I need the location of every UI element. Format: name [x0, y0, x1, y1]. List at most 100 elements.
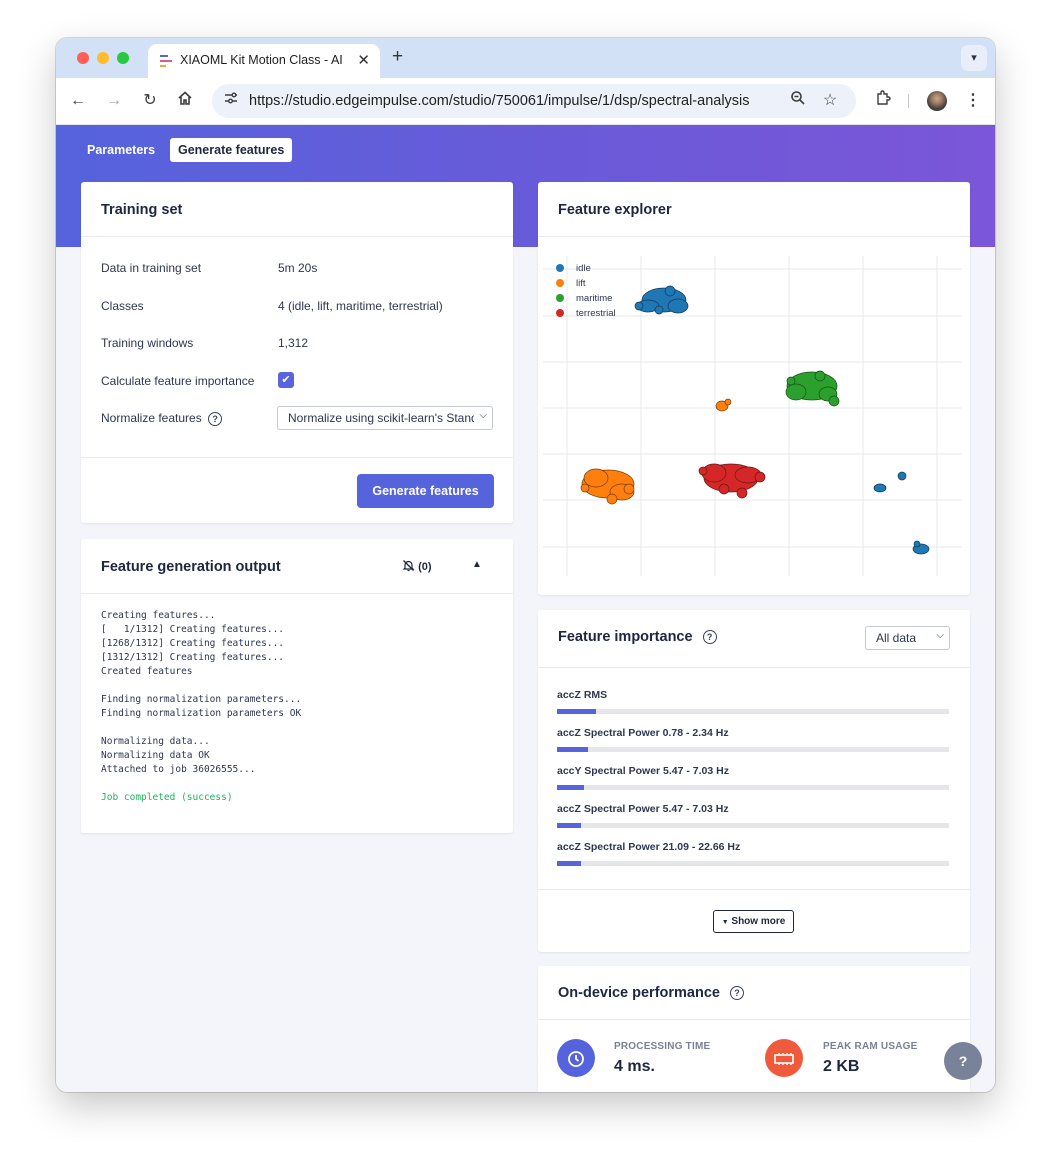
forward-icon[interactable]: → [103, 90, 125, 112]
tab-close-icon[interactable]: ✕ [357, 51, 370, 69]
importance-bar [557, 747, 949, 752]
training-windows-label: Training windows [101, 336, 194, 350]
normalize-select-value: Normalize using scikit-learn's StandardS… [288, 411, 474, 425]
peak-ram-value: 2 KB [823, 1058, 860, 1075]
notifications-count: (0) [418, 561, 432, 573]
address-bar[interactable]: https://studio.edgeimpulse.com/studio/75… [212, 84, 856, 118]
importance-bar-fill [557, 861, 581, 866]
memory-icon [765, 1039, 803, 1077]
bookmark-star-icon[interactable]: ☆ [819, 90, 841, 112]
cluster-maritime [785, 370, 840, 407]
importance-bar-fill [557, 823, 581, 828]
feature-output-card: Feature generation output (0) ▲ Creating… [81, 539, 513, 833]
divider [538, 667, 970, 668]
feature-importance-checkbox[interactable]: ✔ [278, 372, 294, 388]
log-line: Created features [101, 666, 193, 677]
feature-scatter-plot[interactable]: idle lift maritime terrestrial [538, 236, 970, 595]
caret-down-icon: ▼ [721, 919, 729, 926]
back-icon[interactable]: ← [67, 90, 89, 112]
log-success-line: Job completed (success) [101, 792, 233, 803]
importance-bar [557, 785, 949, 790]
maximize-window-button[interactable] [117, 52, 129, 64]
profile-avatar[interactable] [927, 91, 947, 111]
legend-idle: idle [576, 263, 591, 274]
log-line: Normalizing data... [101, 736, 210, 747]
tab-strip: XIAOML Kit Motion Class - AI ✕ + ▾ [56, 38, 995, 78]
importance-filter-select[interactable]: All data ⌵ [865, 626, 950, 650]
browser-toolbar: ← → ↻ https://studio.edgeimpulse.com/stu… [56, 78, 995, 125]
log-line: [1268/1312] Creating features... [101, 638, 285, 649]
normalize-select[interactable]: Normalize using scikit-learn's StandardS… [277, 406, 493, 430]
legend-maritime-marker [556, 294, 564, 302]
divider [538, 889, 970, 890]
reload-icon[interactable]: ↻ [139, 90, 161, 112]
bell-off-icon [402, 560, 415, 572]
legend-terrestrial: terrestrial [576, 308, 616, 319]
card-title: Feature generation output [101, 559, 281, 575]
tab-generate-features[interactable]: Generate features [170, 138, 293, 162]
notifications-toggle[interactable]: (0) [402, 559, 432, 573]
log-line: Finding normalization parameters... [101, 694, 302, 705]
studio-page: Parameters Generate features Training se… [56, 125, 995, 1092]
legend: idle lift maritime terrestrial [556, 263, 616, 319]
cluster-lift [580, 398, 732, 505]
extensions-icon[interactable] [872, 90, 894, 112]
legend-idle-marker [556, 264, 564, 272]
importance-item-label: accY Spectral Power 5.47 - 7.03 Hz [557, 765, 729, 777]
importance-filter-value: All data [876, 631, 917, 645]
new-tab-icon[interactable]: + [392, 46, 403, 68]
collapse-icon[interactable]: ▲ [472, 559, 482, 570]
data-in-training-set-value: 5m 20s [278, 261, 318, 275]
normalize-label-text: Normalize features [101, 411, 202, 425]
tab-search-chevron-icon[interactable]: ▾ [961, 45, 987, 71]
cluster-idle [634, 285, 930, 555]
feature-importance-title: Feature importance [558, 629, 693, 645]
help-icon[interactable]: ? [208, 411, 223, 426]
output-log: Creating features... [ 1/1312] Creating … [101, 609, 301, 805]
importance-bar [557, 823, 949, 828]
edge-impulse-favicon-icon [160, 55, 172, 67]
importance-bar-fill [557, 747, 589, 752]
close-window-button[interactable] [77, 52, 89, 64]
legend-maritime: maritime [576, 293, 612, 304]
card-title: Feature importance ? [558, 629, 717, 645]
cluster-terrestrial [698, 463, 766, 499]
show-more-button[interactable]: ▼ Show more [713, 910, 794, 933]
minimize-window-button[interactable] [97, 52, 109, 64]
legend-lift: lift [576, 278, 586, 289]
legend-lift-marker [556, 279, 564, 287]
card-title: Training set [101, 202, 183, 218]
importance-bar [557, 861, 949, 866]
home-icon[interactable] [174, 90, 196, 112]
grid [543, 256, 962, 576]
help-icon[interactable]: ? [702, 630, 717, 645]
divider [81, 457, 513, 458]
generate-features-button[interactable]: Generate features [357, 474, 494, 508]
log-line: [1312/1312] Creating features... [101, 652, 285, 663]
log-line: Normalizing data OK [101, 750, 210, 761]
feature-explorer-card: Feature explorer idle lift maritime terr… [538, 182, 970, 595]
tab-title: XIAOML Kit Motion Class - AI [180, 53, 343, 67]
show-more-label: Show more [731, 916, 786, 927]
classes-label: Classes [101, 299, 144, 313]
feature-importance-label: Calculate feature importance [101, 374, 255, 388]
chevron-down-icon: ⌵ [479, 410, 487, 421]
importance-bar-fill [557, 785, 585, 790]
site-settings-icon[interactable] [220, 90, 242, 112]
tab-parameters[interactable]: Parameters [79, 138, 163, 162]
browser-menu-icon[interactable]: ⋮ [962, 90, 984, 112]
card-title: On-device performance ? [558, 985, 745, 1001]
importance-item-label: accZ Spectral Power 0.78 - 2.34 Hz [557, 727, 729, 739]
zoom-icon[interactable] [787, 90, 809, 112]
browser-window: XIAOML Kit Motion Class - AI ✕ + ▾ ← → ↻… [56, 38, 995, 1092]
importance-item-label: accZ RMS [557, 689, 608, 701]
log-line: Finding normalization parameters OK [101, 708, 302, 719]
log-line: [ 1/1312] Creating features... [101, 624, 285, 635]
data-in-training-set-label: Data in training set [101, 261, 202, 275]
importance-bar-fill [557, 709, 597, 714]
divider [538, 1019, 970, 1020]
divider [81, 236, 513, 237]
help-icon[interactable]: ? [730, 986, 745, 1001]
help-button[interactable]: ? [944, 1042, 982, 1080]
browser-tab[interactable]: XIAOML Kit Motion Class - AI ✕ [148, 44, 380, 78]
